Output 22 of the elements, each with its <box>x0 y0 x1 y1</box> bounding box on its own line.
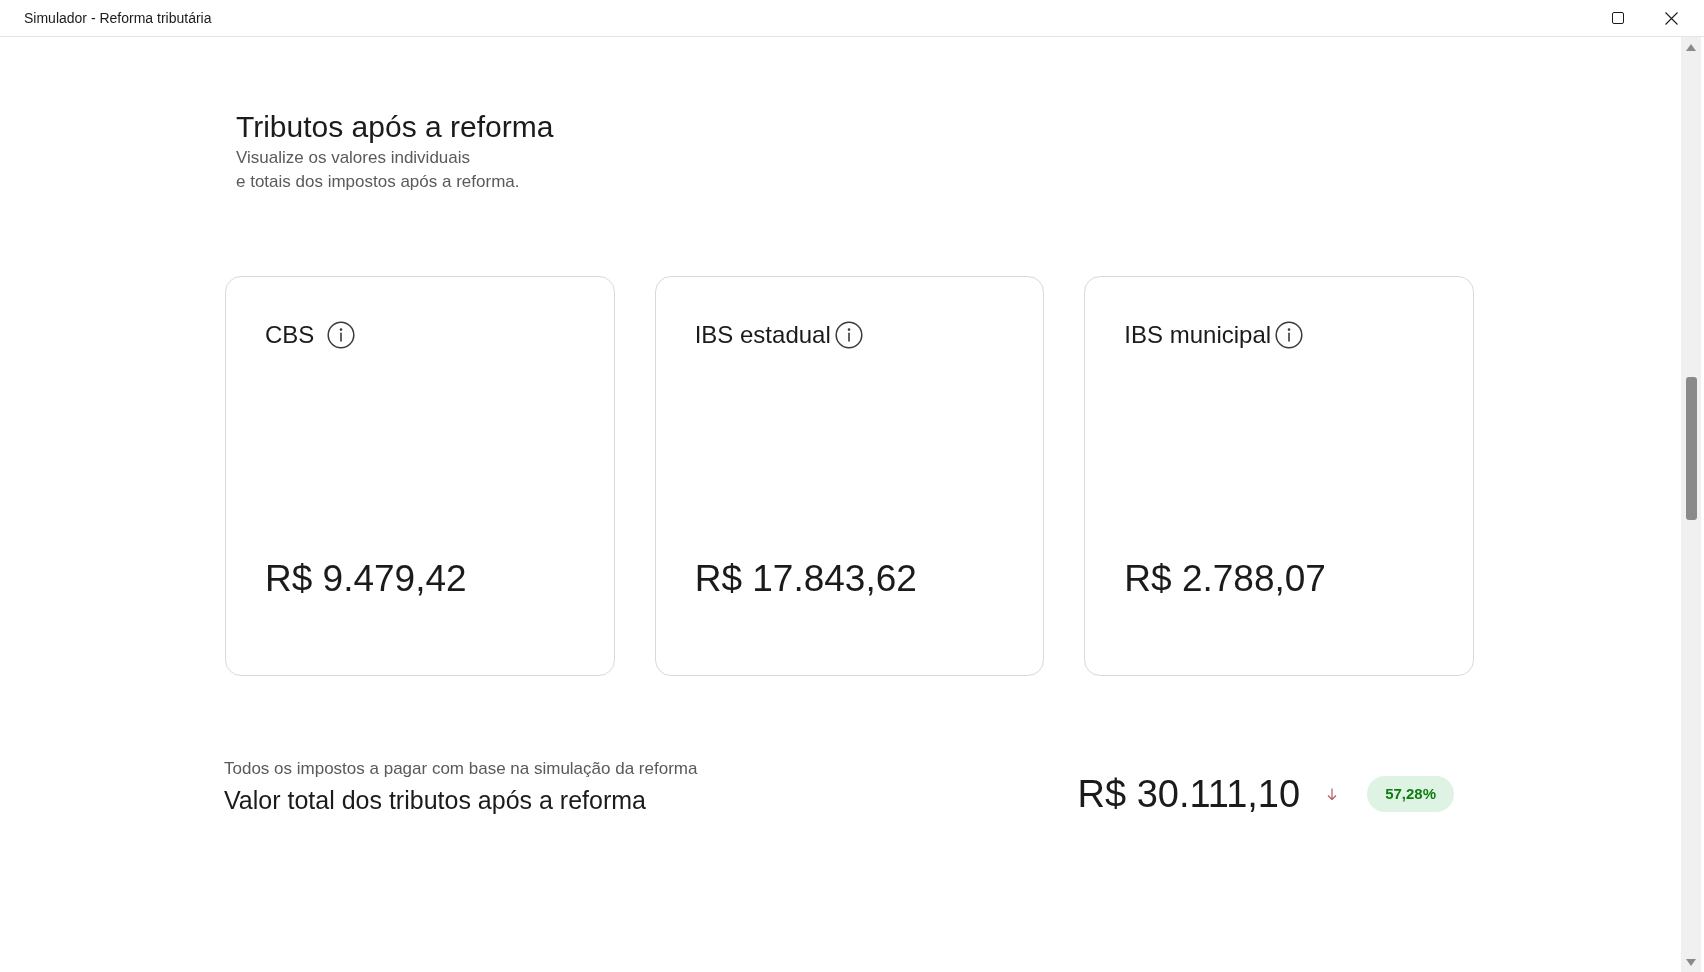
total-caption: Todos os impostos a pagar com base na simulação da reforma <box>224 758 698 780</box>
section-title: Tributos após a reforma <box>236 109 554 145</box>
total-title: Valor total dos tributos após a reforma <box>224 785 646 816</box>
card-label: CBS <box>265 320 316 350</box>
scroll-up-arrow-icon[interactable] <box>1686 44 1696 51</box>
info-icon[interactable] <box>327 321 355 349</box>
window-title: Simulador - Reforma tributária <box>24 8 212 28</box>
card-label: IBS estadual <box>694 320 831 350</box>
card-value: R$ 2.788,07 <box>1124 557 1326 601</box>
close-icon <box>1664 11 1678 25</box>
card-label: IBS municipal <box>1124 320 1272 350</box>
percentage-badge: 57,28% <box>1367 776 1454 812</box>
section-subtitle: Visualize os valores individuais e totais dos impostos após a reforma. <box>236 147 520 193</box>
info-icon[interactable] <box>834 321 863 349</box>
maximize-icon <box>1612 12 1624 24</box>
card-value: R$ 9.479,42 <box>265 557 467 601</box>
scroll-down-arrow-icon[interactable] <box>1686 959 1696 966</box>
info-icon[interactable] <box>1275 321 1304 349</box>
total-value: R$ 30.111,10 <box>1077 772 1301 817</box>
scrollbar-thumb[interactable] <box>1686 377 1697 520</box>
scrollbar[interactable] <box>1681 37 1701 972</box>
card-value: R$ 17.843,62 <box>694 557 917 601</box>
